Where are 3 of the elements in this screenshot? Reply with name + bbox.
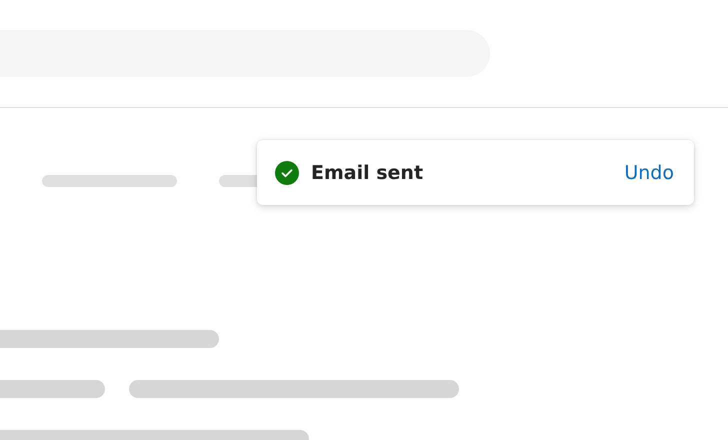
toast-message: Email sent bbox=[311, 162, 424, 184]
success-check-icon bbox=[275, 160, 299, 184]
undo-link[interactable]: Undo bbox=[624, 162, 674, 184]
